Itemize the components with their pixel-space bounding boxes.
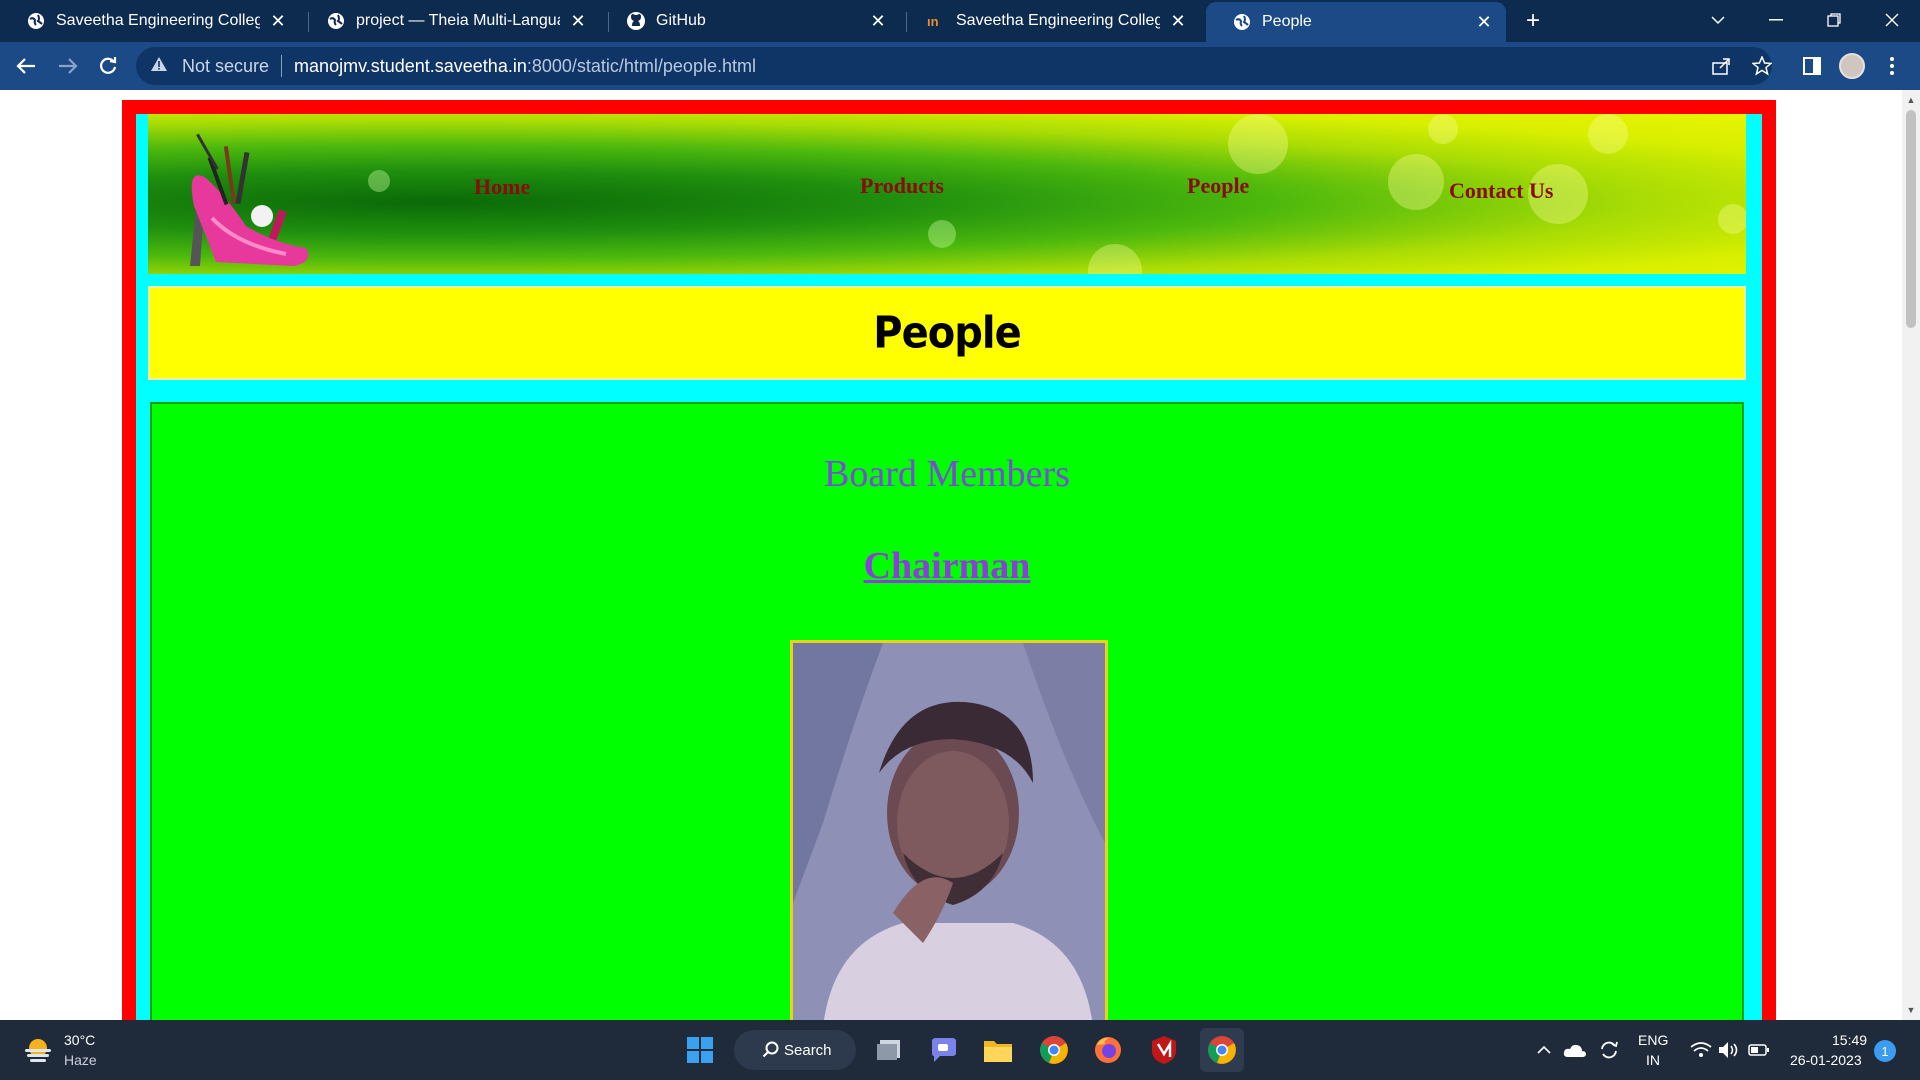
url-host: manojmv.student.saveetha.in <box>294 55 527 76</box>
section-heading: Board Members <box>824 453 1070 495</box>
tab-title: Saveetha Engineering College <box>56 12 260 29</box>
battery-icon[interactable] <box>1746 1032 1772 1068</box>
language-code[interactable]: ENG <box>1638 1032 1668 1048</box>
menu-dots-icon[interactable] <box>1876 50 1908 82</box>
language-region[interactable]: IN <box>1646 1052 1660 1068</box>
scroll-up-arrow-icon[interactable]: ▲ <box>1902 92 1920 108</box>
back-arrow-icon[interactable] <box>10 50 42 82</box>
shoe-logo-icon <box>190 133 309 266</box>
address-divider <box>281 55 283 77</box>
forward-arrow-icon[interactable] <box>52 50 84 82</box>
close-icon[interactable]: ✕ <box>1168 11 1188 31</box>
sync-icon[interactable] <box>1594 1032 1624 1068</box>
mcafee-shield-icon[interactable] <box>1146 1032 1182 1068</box>
nav-link-home[interactable]: Home <box>474 174 530 200</box>
globe-icon <box>26 11 46 31</box>
nav-link-products[interactable]: Products <box>860 173 944 199</box>
url-path: :8000/static/html/people.html <box>526 55 756 76</box>
taskbar-search[interactable]: Search <box>734 1030 856 1070</box>
clock-date[interactable]: 26-01-2023 <box>1790 1052 1862 1068</box>
chrome-active-icon[interactable] <box>1200 1028 1244 1072</box>
volume-icon[interactable] <box>1716 1032 1742 1068</box>
weather-haze-icon[interactable] <box>20 1032 56 1068</box>
minimize-icon[interactable] <box>1748 0 1804 40</box>
onedrive-cloud-icon[interactable] <box>1560 1032 1590 1068</box>
address-bar[interactable]: Not secure manojmv.student.saveetha.in :… <box>136 47 1772 85</box>
globe-icon <box>326 11 346 31</box>
bookmark-star-icon[interactable] <box>1746 50 1778 82</box>
search-label: Search <box>784 1041 832 1059</box>
tab-title: GitHub <box>656 12 706 29</box>
search-icon <box>762 1041 780 1063</box>
page-title: People <box>873 307 1021 359</box>
chairman-photo <box>790 640 1108 1020</box>
chrome-icon[interactable] <box>1036 1032 1072 1068</box>
nav-link-people[interactable]: People <box>1187 173 1249 199</box>
close-window-icon[interactable] <box>1864 0 1920 40</box>
page-title-bar: People <box>148 286 1746 380</box>
firefox-icon[interactable] <box>1090 1032 1126 1068</box>
reload-icon[interactable] <box>92 50 124 82</box>
clock-time[interactable]: 15:49 <box>1832 1032 1867 1048</box>
share-icon[interactable] <box>1706 50 1738 82</box>
chairman-heading: Chairman <box>152 544 1742 588</box>
globe-icon <box>1232 12 1252 32</box>
close-icon[interactable]: ✕ <box>1474 12 1494 32</box>
nav-link-contact-us[interactable]: Contact Us <box>1449 178 1554 204</box>
scrollbar-thumb[interactable] <box>1906 110 1916 328</box>
warning-triangle-icon <box>150 56 172 77</box>
tab-saveetha-2[interactable]: ın Saveetha Engineering College ✕ <box>900 0 1200 42</box>
close-icon[interactable]: ✕ <box>268 11 288 31</box>
task-view-icon[interactable] <box>872 1032 908 1068</box>
notification-badge[interactable]: 1 <box>1874 1040 1896 1062</box>
close-icon[interactable]: ✕ <box>568 11 588 31</box>
chevron-up-icon[interactable] <box>1532 1032 1556 1068</box>
page-scrollbar[interactable]: ▲ ▼ <box>1902 90 1920 1020</box>
start-windows-icon[interactable] <box>682 1032 718 1068</box>
tab-title: project — Theia Multi-Language <box>356 12 560 29</box>
windows-taskbar: 30°C Haze Search ENG IN 15:49 26-01-2023… <box>0 1020 1920 1080</box>
inner-frame: Home Products People Contact Us People B… <box>136 114 1762 1020</box>
teams-chat-icon[interactable] <box>926 1032 962 1068</box>
close-icon[interactable]: ✕ <box>868 11 888 31</box>
weather-temp[interactable]: 30°C <box>64 1032 95 1048</box>
tab-saveetha-1[interactable]: Saveetha Engineering College ✕ <box>0 0 300 42</box>
svg-text:ın: ın <box>927 14 939 29</box>
tab-strip: Saveetha Engineering College ✕ project —… <box>0 0 1920 42</box>
file-explorer-icon[interactable] <box>980 1032 1016 1068</box>
security-label[interactable]: Not secure <box>182 56 269 77</box>
wifi-icon[interactable] <box>1688 1032 1714 1068</box>
github-icon <box>626 11 646 31</box>
tab-people[interactable]: People ✕ <box>1206 2 1506 42</box>
tab-theia[interactable]: project — Theia Multi-Language ✕ <box>300 0 600 42</box>
restore-icon[interactable] <box>1806 0 1862 40</box>
tab-github[interactable]: GitHub ✕ <box>600 0 900 42</box>
new-tab-button[interactable]: + <box>1520 7 1546 34</box>
weather-desc[interactable]: Haze <box>64 1052 97 1068</box>
browser-toolbar: Not secure manojmv.student.saveetha.in :… <box>0 42 1920 90</box>
profile-avatar[interactable] <box>1836 50 1868 82</box>
tab-title: Saveetha Engineering College <box>956 12 1160 29</box>
tab-title: People <box>1262 13 1312 30</box>
side-panel-icon[interactable] <box>1796 50 1828 82</box>
chairman-link[interactable]: Chairman <box>864 545 1031 587</box>
tab-search-chevron-icon[interactable] <box>1690 0 1746 40</box>
header-banner: Home Products People Contact Us <box>148 114 1746 274</box>
saveetha-logo-icon: ın <box>926 11 946 31</box>
page-viewport: Home Products People Contact Us People B… <box>0 90 1920 1020</box>
content-panel: Board Members Chairman <box>150 402 1744 1020</box>
outer-border: Home Products People Contact Us People B… <box>122 100 1776 1020</box>
scroll-down-arrow-icon[interactable]: ▼ <box>1902 1002 1920 1018</box>
